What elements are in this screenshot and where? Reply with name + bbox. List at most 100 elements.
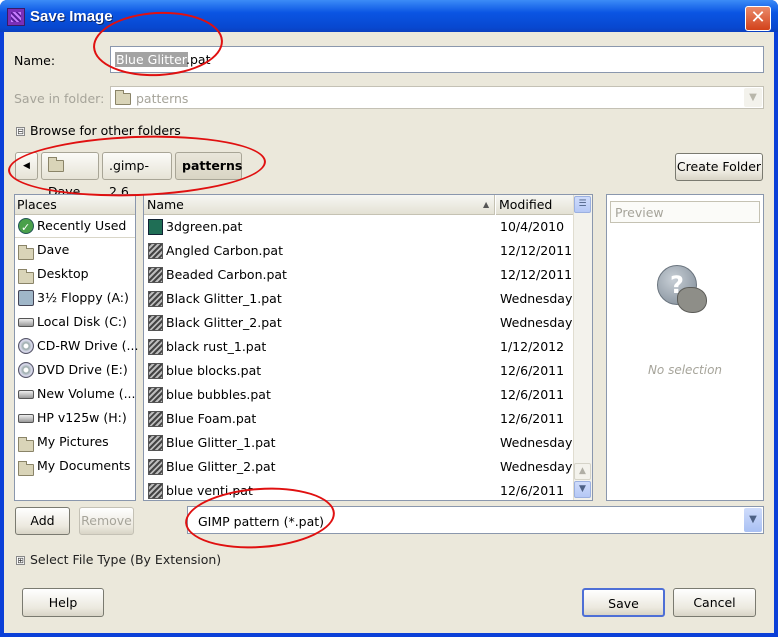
place-label: New Volume (... — [37, 386, 136, 401]
select-file-type-toggle[interactable]: ⊞ Select File Type (By Extension) — [16, 552, 221, 567]
save-in-folder-combo: patterns ▼ — [110, 86, 764, 109]
file-name: Blue Foam.pat — [166, 411, 257, 426]
pattern-file-icon — [148, 363, 163, 379]
file-modified: 12/12/2011 — [500, 267, 573, 282]
places-panel: Places Recently Used Dave Desktop 3½ Floppy… — [14, 194, 138, 501]
green-pattern-icon — [148, 219, 163, 235]
cancel-button[interactable]: Cancel — [673, 588, 756, 617]
place-label: 3½ Floppy (A:) — [37, 290, 129, 305]
no-selection-text: No selection — [647, 363, 723, 377]
scroll-up-button[interactable]: ▲ — [574, 463, 591, 480]
window-title: Save Image — [30, 8, 113, 25]
preview-header: Preview — [615, 205, 664, 220]
folder-icon — [115, 90, 131, 105]
drive-icon — [18, 318, 34, 327]
file-name: Beaded Carbon.pat — [166, 267, 287, 282]
place-item[interactable]: My Pictures — [15, 430, 135, 454]
place-item[interactable]: DVD Drive (E:) — [15, 358, 135, 382]
pattern-file-icon — [148, 483, 163, 499]
file-name: 3dgreen.pat — [166, 219, 243, 234]
file-modified: 12/6/2011 — [500, 387, 565, 402]
place-label: Desktop — [37, 266, 89, 281]
file-modified: Wednesday — [500, 315, 573, 330]
file-row[interactable]: Angled Carbon.pat 12/12/2011 — [144, 239, 573, 263]
place-label: Local Disk (C:) — [37, 314, 127, 329]
pattern-file-icon — [148, 387, 163, 403]
drive-icon — [18, 414, 34, 423]
gimp-app-icon — [7, 8, 25, 26]
file-row[interactable]: blue blocks.pat 12/6/2011 — [144, 359, 573, 383]
pattern-file-icon — [148, 411, 163, 427]
save-button[interactable]: Save — [582, 588, 665, 617]
file-row[interactable]: Black Glitter_2.pat Wednesday — [144, 311, 573, 335]
place-item[interactable]: Desktop — [15, 262, 135, 286]
disc-icon — [18, 338, 34, 354]
file-row[interactable]: blue venti.pat 12/6/2011 — [144, 479, 573, 500]
place-label: HP v125w (H:) — [37, 410, 127, 425]
place-item[interactable]: Local Disk (C:) — [15, 310, 135, 334]
pattern-file-icon — [148, 315, 163, 331]
create-folder-button[interactable]: Create Folder — [675, 153, 763, 181]
column-header-modified[interactable]: Modified — [496, 195, 573, 215]
chevron-down-icon: ▼ — [744, 88, 762, 107]
file-row[interactable]: Blue Foam.pat 12/6/2011 — [144, 407, 573, 431]
folder-icon — [18, 242, 34, 260]
place-label: My Documents — [37, 458, 131, 473]
close-button[interactable]: ✕ — [745, 6, 771, 31]
help-button[interactable]: Help — [22, 588, 104, 617]
floppy-icon — [18, 290, 34, 306]
file-name: blue blocks.pat — [166, 363, 262, 378]
dialog-body: Name: Blue Glitter .pat Save in folder: p… — [4, 32, 774, 633]
sort-ascending-icon: ▲ — [483, 200, 490, 209]
file-name: Blue Glitter_2.pat — [166, 459, 276, 474]
place-item[interactable]: My Documents — [15, 454, 135, 478]
place-item[interactable]: Dave — [15, 238, 135, 262]
pattern-file-icon — [148, 291, 163, 307]
place-item[interactable]: Recently Used — [15, 214, 135, 240]
file-row[interactable]: Beaded Carbon.pat 12/12/2011 — [144, 263, 573, 287]
file-modified: 1/12/2012 — [500, 339, 565, 354]
file-row[interactable]: Blue Glitter_2.pat Wednesday — [144, 455, 573, 479]
add-bookmark-button[interactable]: Add — [15, 507, 70, 535]
folder-icon — [18, 458, 34, 476]
preview-panel: Preview ? No selection — [606, 194, 764, 501]
column-header-name[interactable]: Name ▲ — [144, 195, 495, 215]
file-modified: Wednesday — [500, 435, 573, 450]
place-item[interactable]: HP v125w (H:) — [15, 406, 135, 430]
save-in-folder-label: Save in folder: — [14, 91, 105, 106]
preview-header-frame: Preview — [610, 201, 760, 223]
name-label: Name: — [14, 53, 56, 68]
pattern-file-icon — [148, 243, 163, 259]
scroll-list-icon[interactable]: ☰ — [574, 196, 591, 213]
chevron-down-icon[interactable]: ▼ — [744, 508, 762, 532]
pattern-file-icon — [148, 435, 163, 451]
folder-icon — [18, 434, 34, 452]
file-modified: 12/12/2011 — [500, 243, 573, 258]
place-item[interactable]: CD-RW Drive (... — [15, 334, 138, 358]
pattern-file-icon — [148, 267, 163, 283]
place-item[interactable]: 3½ Floppy (A:) — [15, 286, 135, 310]
folder-icon — [18, 266, 34, 284]
file-row[interactable]: 3dgreen.pat 10/4/2010 — [144, 216, 573, 239]
collapse-icon: ⊟ — [16, 127, 25, 136]
file-row[interactable]: Black Glitter_1.pat Wednesday — [144, 287, 573, 311]
file-modified: 10/4/2010 — [500, 219, 565, 234]
place-label: Dave — [37, 242, 70, 257]
file-modified: Wednesday — [500, 291, 573, 306]
disc-icon — [18, 362, 34, 378]
file-name: Black Glitter_1.pat — [166, 291, 282, 306]
pattern-file-icon — [148, 459, 163, 475]
place-label: Recently Used — [37, 218, 127, 233]
remove-bookmark-button: Remove — [79, 507, 134, 535]
place-label: My Pictures — [37, 434, 109, 449]
file-row[interactable]: black rust_1.pat 1/12/2012 — [144, 335, 573, 359]
file-row[interactable]: blue bubbles.pat 12/6/2011 — [144, 383, 573, 407]
place-item[interactable]: New Volume (... — [15, 382, 136, 406]
file-name: Angled Carbon.pat — [166, 243, 283, 258]
scroll-down-button[interactable]: ▼ — [574, 481, 591, 498]
expand-icon: ⊞ — [16, 556, 25, 565]
file-row[interactable]: Blue Glitter_1.pat Wednesday — [144, 431, 573, 455]
file-name: blue bubbles.pat — [166, 387, 271, 402]
files-scrollbar[interactable]: ☰ ▲ ▼ — [573, 195, 592, 500]
recent-icon — [18, 216, 34, 240]
